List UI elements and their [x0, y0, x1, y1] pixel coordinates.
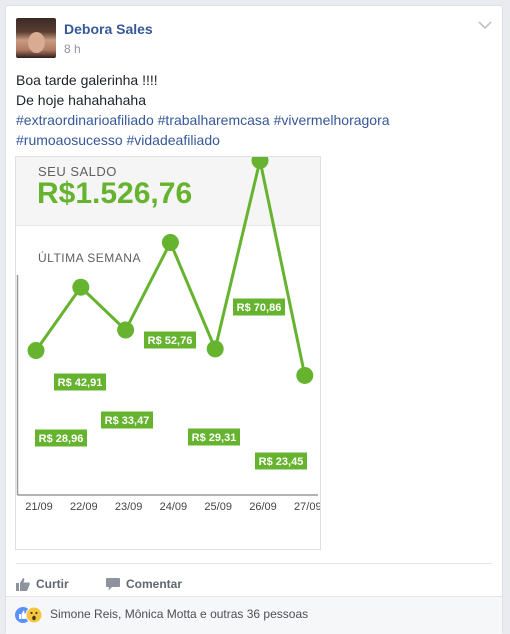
- comment-button[interactable]: Comentar: [106, 577, 182, 591]
- data-label: R$ 70,86: [233, 298, 285, 316]
- svg-text:R$ 29,31: R$ 29,31: [192, 432, 237, 444]
- data-point: [161, 234, 179, 252]
- data-label: R$ 23,45: [255, 452, 307, 470]
- data-label: R$ 42,91: [54, 373, 106, 391]
- x-tick-label: 27/09: [294, 501, 320, 513]
- data-label: R$ 33,47: [101, 411, 153, 429]
- svg-text:R$ 33,47: R$ 33,47: [105, 415, 150, 427]
- post-timestamp[interactable]: 8 h: [64, 42, 81, 56]
- action-bar: Curtir Comentar: [16, 563, 492, 591]
- data-point: [27, 341, 45, 359]
- x-tick-label: 21/09: [25, 501, 53, 513]
- x-tick-label: 24/09: [160, 501, 188, 513]
- x-tick-label: 26/09: [249, 501, 277, 513]
- data-point: [72, 278, 90, 296]
- x-tick-label: 23/09: [115, 501, 143, 513]
- author-avatar[interactable]: [16, 18, 56, 58]
- comment-label: Comentar: [126, 577, 183, 591]
- like-label: Curtir: [36, 577, 69, 591]
- data-label: R$ 52,76: [144, 331, 196, 349]
- post-line: Boa tarde galerinha !!!!: [16, 72, 158, 88]
- data-point: [117, 321, 135, 339]
- photo-attachment[interactable]: SEU SALDO R$1.526,76 ÚLTIMA SEMANA R$ 28…: [15, 156, 321, 550]
- sales-line-chart: R$ 28,96 R$ 42,91 R$ 33,47 R$ 52,76 R$ 29,31…: [16, 157, 320, 513]
- thumbs-up-icon: [16, 577, 30, 591]
- data-label: R$ 29,31: [188, 428, 240, 446]
- data-point: [206, 340, 224, 358]
- hashtags[interactable]: #rumoaosucesso #vidadeafiliado: [16, 130, 390, 150]
- svg-text:R$ 52,76: R$ 52,76: [148, 335, 193, 347]
- x-tick-label: 25/09: [204, 501, 232, 513]
- comment-icon: [106, 577, 120, 590]
- svg-text:R$ 70,86: R$ 70,86: [237, 302, 282, 314]
- wow-reaction-icon: [25, 606, 43, 624]
- data-label: R$ 28,96: [35, 429, 87, 447]
- hashtags[interactable]: #extraordinarioafiliado #trabalharemcasa…: [16, 110, 390, 130]
- svg-text:R$ 42,91: R$ 42,91: [58, 377, 103, 389]
- x-tick-label: 22/09: [70, 501, 98, 513]
- data-point: [296, 366, 314, 384]
- reactions-summary[interactable]: Simone Reis, Mônica Motta e outras 36 pe…: [50, 607, 308, 621]
- post-line: De hoje hahahahaha: [16, 92, 147, 108]
- chevron-down-icon[interactable]: [478, 20, 492, 30]
- like-button[interactable]: Curtir: [16, 577, 69, 591]
- data-point: [251, 157, 269, 169]
- svg-text:R$ 28,96: R$ 28,96: [39, 433, 84, 445]
- reaction-icons: [15, 606, 43, 624]
- reactions-bar[interactable]: Simone Reis, Mônica Motta e outras 36 pe…: [6, 596, 502, 634]
- author-name[interactable]: Debora Sales: [64, 21, 153, 37]
- svg-text:R$ 23,45: R$ 23,45: [259, 456, 304, 468]
- post-card: Debora Sales 8 h Boa tarde galerinha !!!…: [5, 5, 503, 634]
- post-text: Boa tarde galerinha !!!! De hoje hahahah…: [16, 70, 390, 150]
